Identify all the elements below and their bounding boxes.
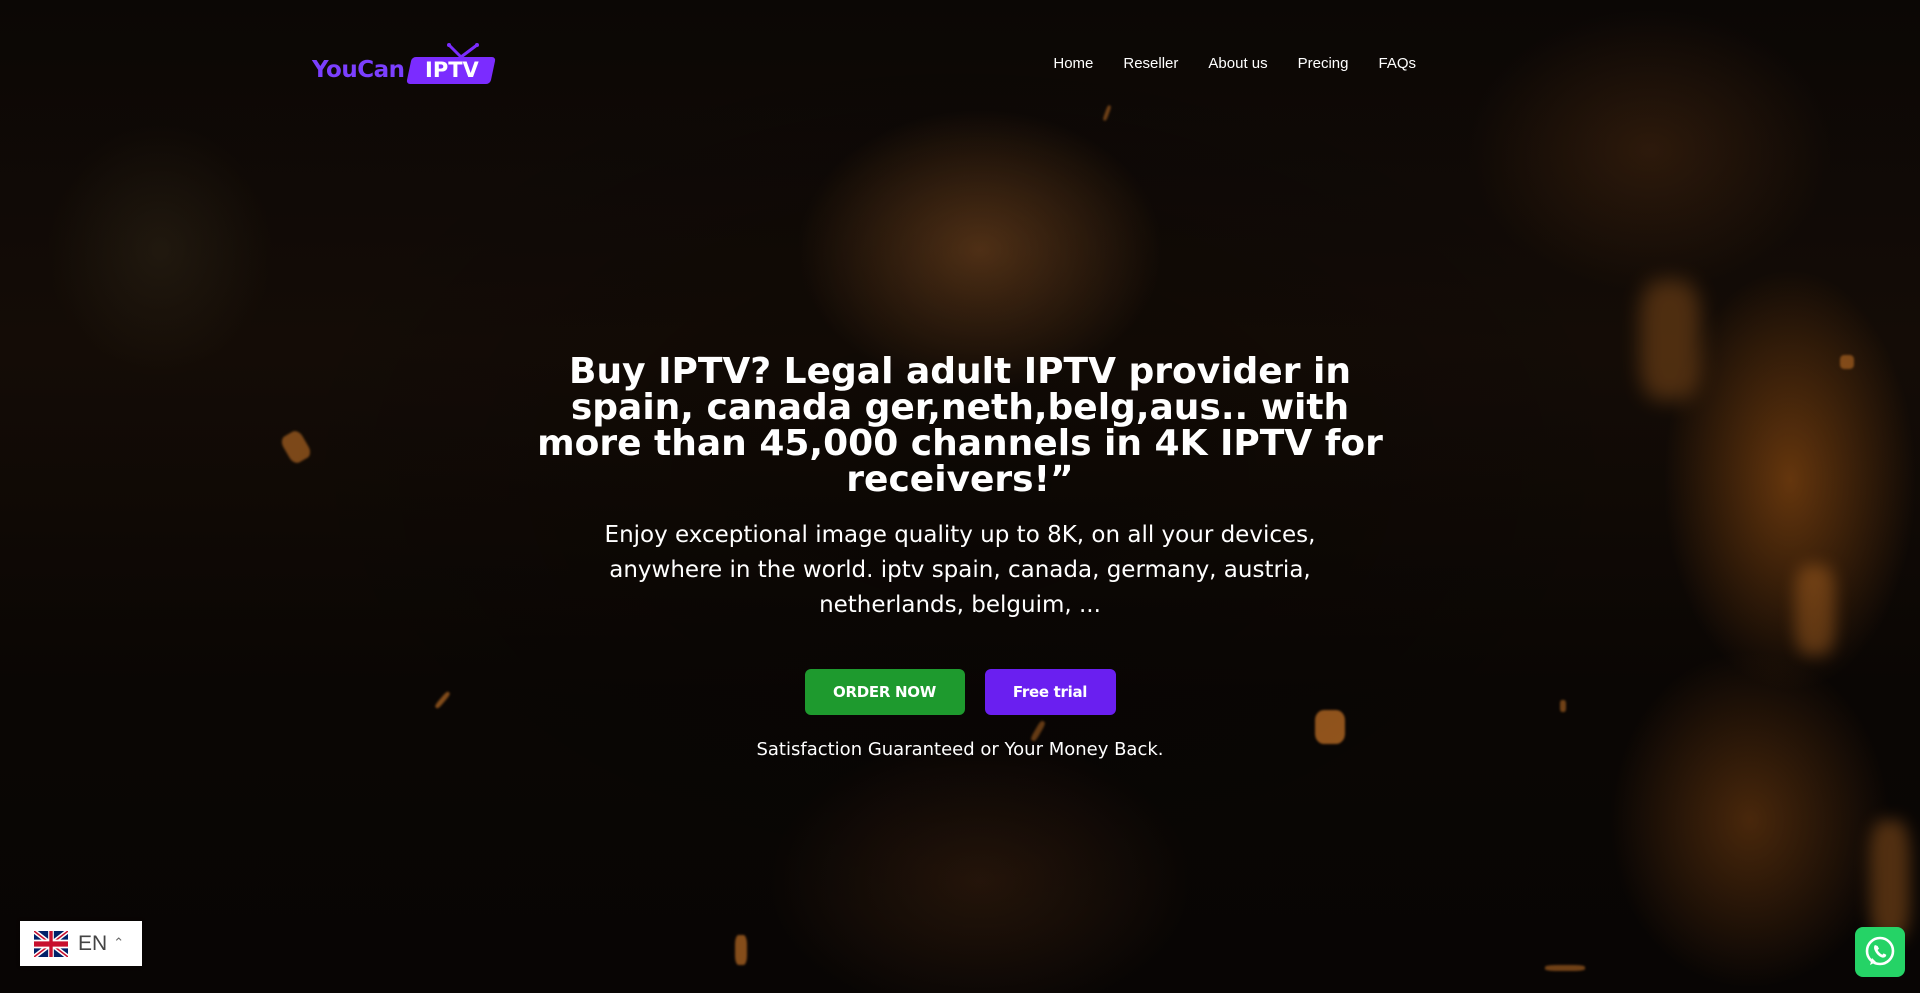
site-logo[interactable]: YouCan IPTV [312,40,496,86]
nav-link-faqs[interactable]: FAQs [1378,55,1416,72]
whatsapp-icon [1865,936,1895,966]
uk-flag-icon [34,930,68,957]
hero-section: YouCan IPTV Home Reseller About us Preci… [0,0,1920,993]
nav-link-about-us[interactable]: About us [1208,55,1267,72]
hero-subtext: Enjoy exceptional image quality up to 8K… [604,522,1316,618]
free-trial-button[interactable]: Free trial [984,669,1116,715]
order-now-button[interactable]: ORDER NOW [804,669,965,715]
nav-link-pricing[interactable]: Precing [1298,55,1349,72]
nav-link-home[interactable]: Home [1053,55,1093,72]
main-nav: Home Reseller About us Precing FAQs [1053,40,1416,86]
whatsapp-button[interactable] [1855,927,1905,977]
hero-content: Buy IPTV? Legal adult IPTV provider in s… [460,351,1460,761]
language-switcher[interactable]: EN ⌃ [20,921,142,966]
guarantee-text: Satisfaction Guaranteed or Your Money Ba… [756,739,1164,760]
hero-headline: Buy IPTV? Legal adult IPTV provider in s… [537,351,1383,500]
language-code: EN [78,931,108,955]
nav-link-reseller[interactable]: Reseller [1123,55,1178,72]
chevron-up-icon: ⌃ [113,936,125,951]
hero-buttons: ORDER NOW Free trial [460,669,1460,715]
logo-text-youcan: YouCan [312,57,405,83]
logo-badge: IPTV [405,42,496,86]
site-header: YouCan IPTV Home Reseller About us Preci… [312,40,1416,86]
logo-text-iptv: IPTV [424,57,479,82]
